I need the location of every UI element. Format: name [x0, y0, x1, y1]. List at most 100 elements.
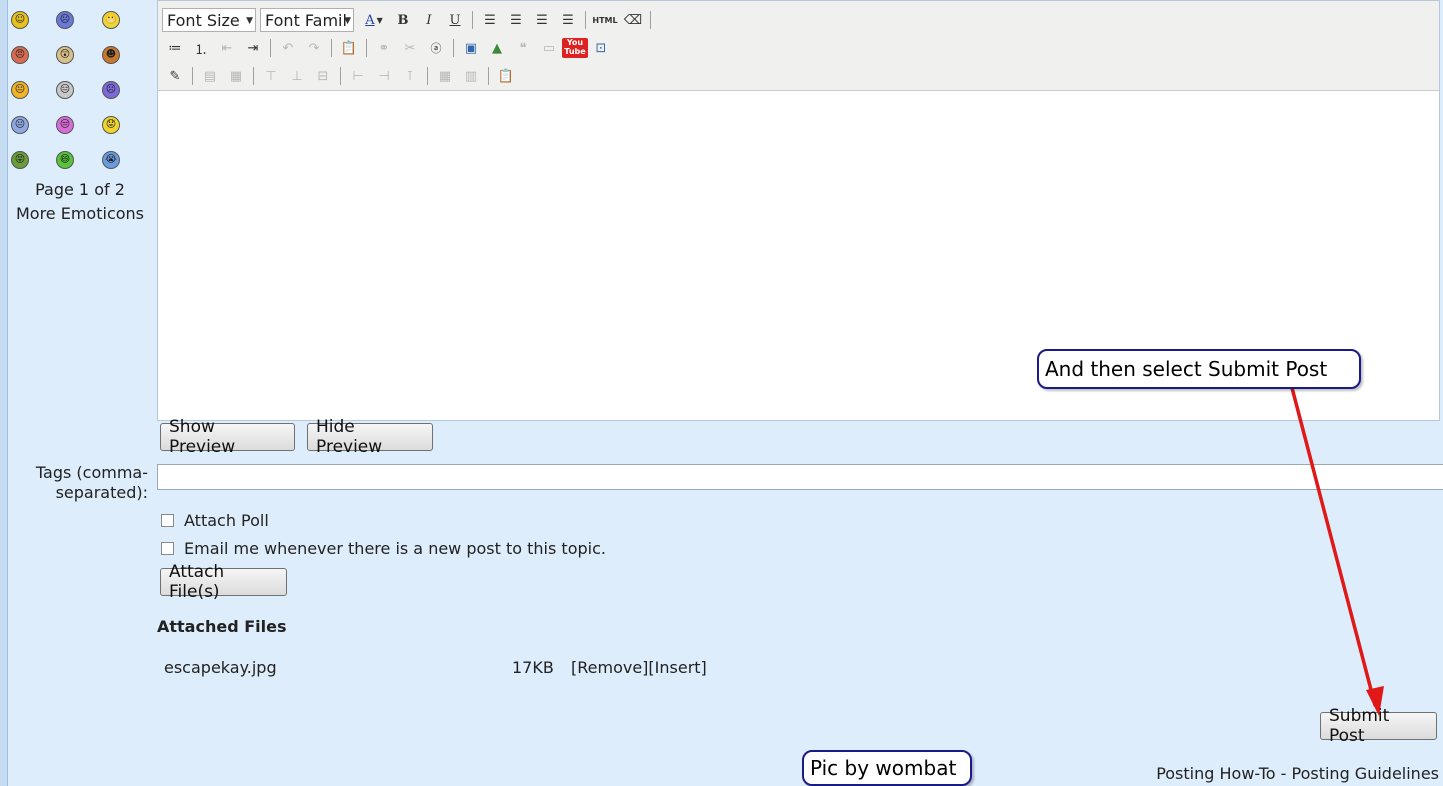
delete-row-icon: ⊟	[317, 68, 329, 84]
align-center-button[interactable]: ☰	[504, 9, 528, 31]
toolbar-separator	[270, 39, 271, 57]
bold-button[interactable]: B	[391, 9, 415, 31]
delete-row-button[interactable]: ⊟	[311, 65, 335, 87]
media-icon: ▣	[464, 40, 478, 56]
delete-col-button[interactable]: ⊺	[398, 65, 422, 87]
col-before-icon: ⊢	[352, 68, 364, 84]
quote-button[interactable]: ❝	[511, 37, 535, 59]
table-cell-icon: ▦	[229, 68, 243, 84]
paste-word-button[interactable]: 📋	[494, 65, 518, 87]
emoticon-face: 😄	[59, 154, 71, 165]
insert-col-before-button[interactable]: ⊢	[346, 65, 370, 87]
youtube-icon: You Tube	[562, 38, 588, 58]
indent-button[interactable]: ⇥	[241, 37, 265, 59]
posting-guidelines-link[interactable]: Posting Guidelines	[1292, 764, 1440, 783]
insert-row-after-button[interactable]: ⊥	[285, 65, 309, 87]
code-button[interactable]: ▭	[537, 37, 561, 59]
emoticon-icon[interactable]: ☺	[11, 11, 29, 29]
emoticon-icon[interactable]: 😠	[11, 46, 29, 64]
align-right-button[interactable]: ☰	[530, 9, 554, 31]
emoticon-icon[interactable]: 😭	[102, 151, 120, 169]
italic-button[interactable]: I	[417, 9, 441, 31]
emoticon-icon[interactable]: 😲	[56, 46, 74, 64]
hide-preview-button[interactable]: Hide Preview	[307, 417, 433, 457]
insert-media-button[interactable]: ▣	[459, 37, 483, 59]
emoticon-grid: ☺ ☹ 😬 😠 😲 ☻ 😐 😑 ☹ 😐 😒 😟 😝 😄 😭	[8, 6, 152, 176]
toolbar-row-2: ≔ ⒈ ⇤ ⇥ ↶ ↷ 📋 ⚭ ✂ ⓐ ▣ ▲ ❝ ▭ You Tube ⊡	[162, 35, 614, 61]
edit-table-button[interactable]: ✎	[163, 65, 187, 87]
footer-separator: -	[1275, 764, 1292, 783]
split-cells-icon: ▦	[438, 68, 452, 84]
paste-text-button[interactable]: 📋	[337, 37, 361, 59]
emoticon-icon[interactable]: 😐	[11, 81, 29, 99]
youtube-button[interactable]: You Tube	[562, 37, 588, 59]
emoticon-icon[interactable]: 😒	[56, 116, 74, 134]
merge-cells-button[interactable]: ▥	[459, 65, 483, 87]
delete-col-icon: ⊺	[406, 68, 414, 84]
tags-input[interactable]	[157, 464, 1443, 490]
emoticon-icon[interactable]: ☹	[102, 81, 120, 99]
more-emoticons-link[interactable]: More Emoticons	[8, 204, 152, 223]
tags-label: Tags (comma- separated):	[10, 463, 148, 503]
show-preview-button[interactable]: Show Preview	[160, 417, 295, 457]
emoticon-icon[interactable]: 😄	[56, 151, 74, 169]
insert-file-link[interactable]: [Insert]	[648, 658, 706, 677]
emoticon-face: ☹	[105, 84, 117, 95]
insert-image-button[interactable]: ▲	[485, 37, 509, 59]
posting-howto-link[interactable]: Posting How-To	[1156, 764, 1275, 783]
chevron-down-icon: ▼	[376, 15, 383, 25]
emoticon-icon[interactable]: 😬	[102, 11, 120, 29]
align-right-icon: ☰	[536, 12, 548, 28]
table-cell-props-button[interactable]: ▦	[224, 65, 248, 87]
email-notify-option: Email me whenever there is a new post to…	[161, 539, 606, 558]
tags-label-line2: separated):	[55, 483, 148, 502]
font-family-label: Font Famil	[265, 10, 347, 30]
insert-row-before-button[interactable]: ⊤	[259, 65, 283, 87]
emoticon-face: 😐	[14, 119, 26, 130]
bullet-list-button[interactable]: ≔	[163, 37, 187, 59]
align-left-icon: ☰	[484, 12, 496, 28]
resize-icon: ⊡	[595, 40, 607, 56]
underline-button[interactable]: U	[443, 9, 467, 31]
font-color-button[interactable]: A ▼	[359, 9, 389, 31]
attached-files-title: Attached Files	[157, 617, 287, 636]
attach-files-button[interactable]: Attach File(s)	[160, 562, 287, 602]
insert-link-button[interactable]: ⚭	[372, 37, 396, 59]
clear-formatting-button[interactable]: ⌫	[621, 9, 645, 31]
attach-poll-checkbox[interactable]	[161, 514, 174, 527]
font-family-select[interactable]: Font Famil ▼	[260, 8, 354, 32]
emoticon-icon[interactable]: 😐	[11, 116, 29, 134]
paste-word-icon: 📋	[497, 68, 515, 84]
quote-icon: ❝	[519, 40, 527, 56]
anchor-button[interactable]: ⓐ	[424, 37, 448, 59]
numbered-list-button[interactable]: ⒈	[189, 37, 213, 59]
insert-col-after-button[interactable]: ⊣	[372, 65, 396, 87]
italic-icon: I	[426, 12, 432, 28]
emoticon-face: 😑	[59, 84, 71, 95]
outdent-button[interactable]: ⇤	[215, 37, 239, 59]
email-notify-checkbox[interactable]	[161, 542, 174, 555]
emoticon-icon[interactable]: ☻	[102, 46, 120, 64]
editor-toolbar: Font Size ▼ Font Famil ▼ A ▼ B I U ☰ ☰ ☰ …	[158, 1, 1439, 91]
emoticon-icon[interactable]: 😑	[56, 81, 74, 99]
unlink-button[interactable]: ✂	[398, 37, 422, 59]
emoticon-icon[interactable]: 😝	[11, 151, 29, 169]
submit-post-button[interactable]: Submit Post	[1320, 706, 1437, 746]
toolbar-row-3: ✎ ▤ ▦ ⊤ ⊥ ⊟ ⊢ ⊣ ⊺ ▦ ▥ 📋	[162, 63, 519, 89]
split-cells-button[interactable]: ▦	[433, 65, 457, 87]
font-size-select[interactable]: Font Size ▼	[162, 8, 256, 32]
emoticon-page-info: Page 1 of 2	[35, 180, 125, 199]
align-left-button[interactable]: ☰	[478, 9, 502, 31]
numbered-list-icon: ⒈	[194, 42, 208, 58]
html-source-button[interactable]: HTML	[591, 9, 619, 31]
eraser-icon: ⌫	[623, 12, 643, 28]
remove-file-link[interactable]: [Remove]	[571, 658, 648, 677]
justify-button[interactable]: ☰	[556, 9, 580, 31]
emoticon-icon[interactable]: 😟	[102, 116, 120, 134]
resize-button[interactable]: ⊡	[589, 37, 613, 59]
anchor-icon: ⓐ	[430, 42, 442, 55]
redo-button[interactable]: ↷	[302, 37, 326, 59]
table-row-props-button[interactable]: ▤	[198, 65, 222, 87]
emoticon-icon[interactable]: ☹	[56, 11, 74, 29]
undo-button[interactable]: ↶	[276, 37, 300, 59]
